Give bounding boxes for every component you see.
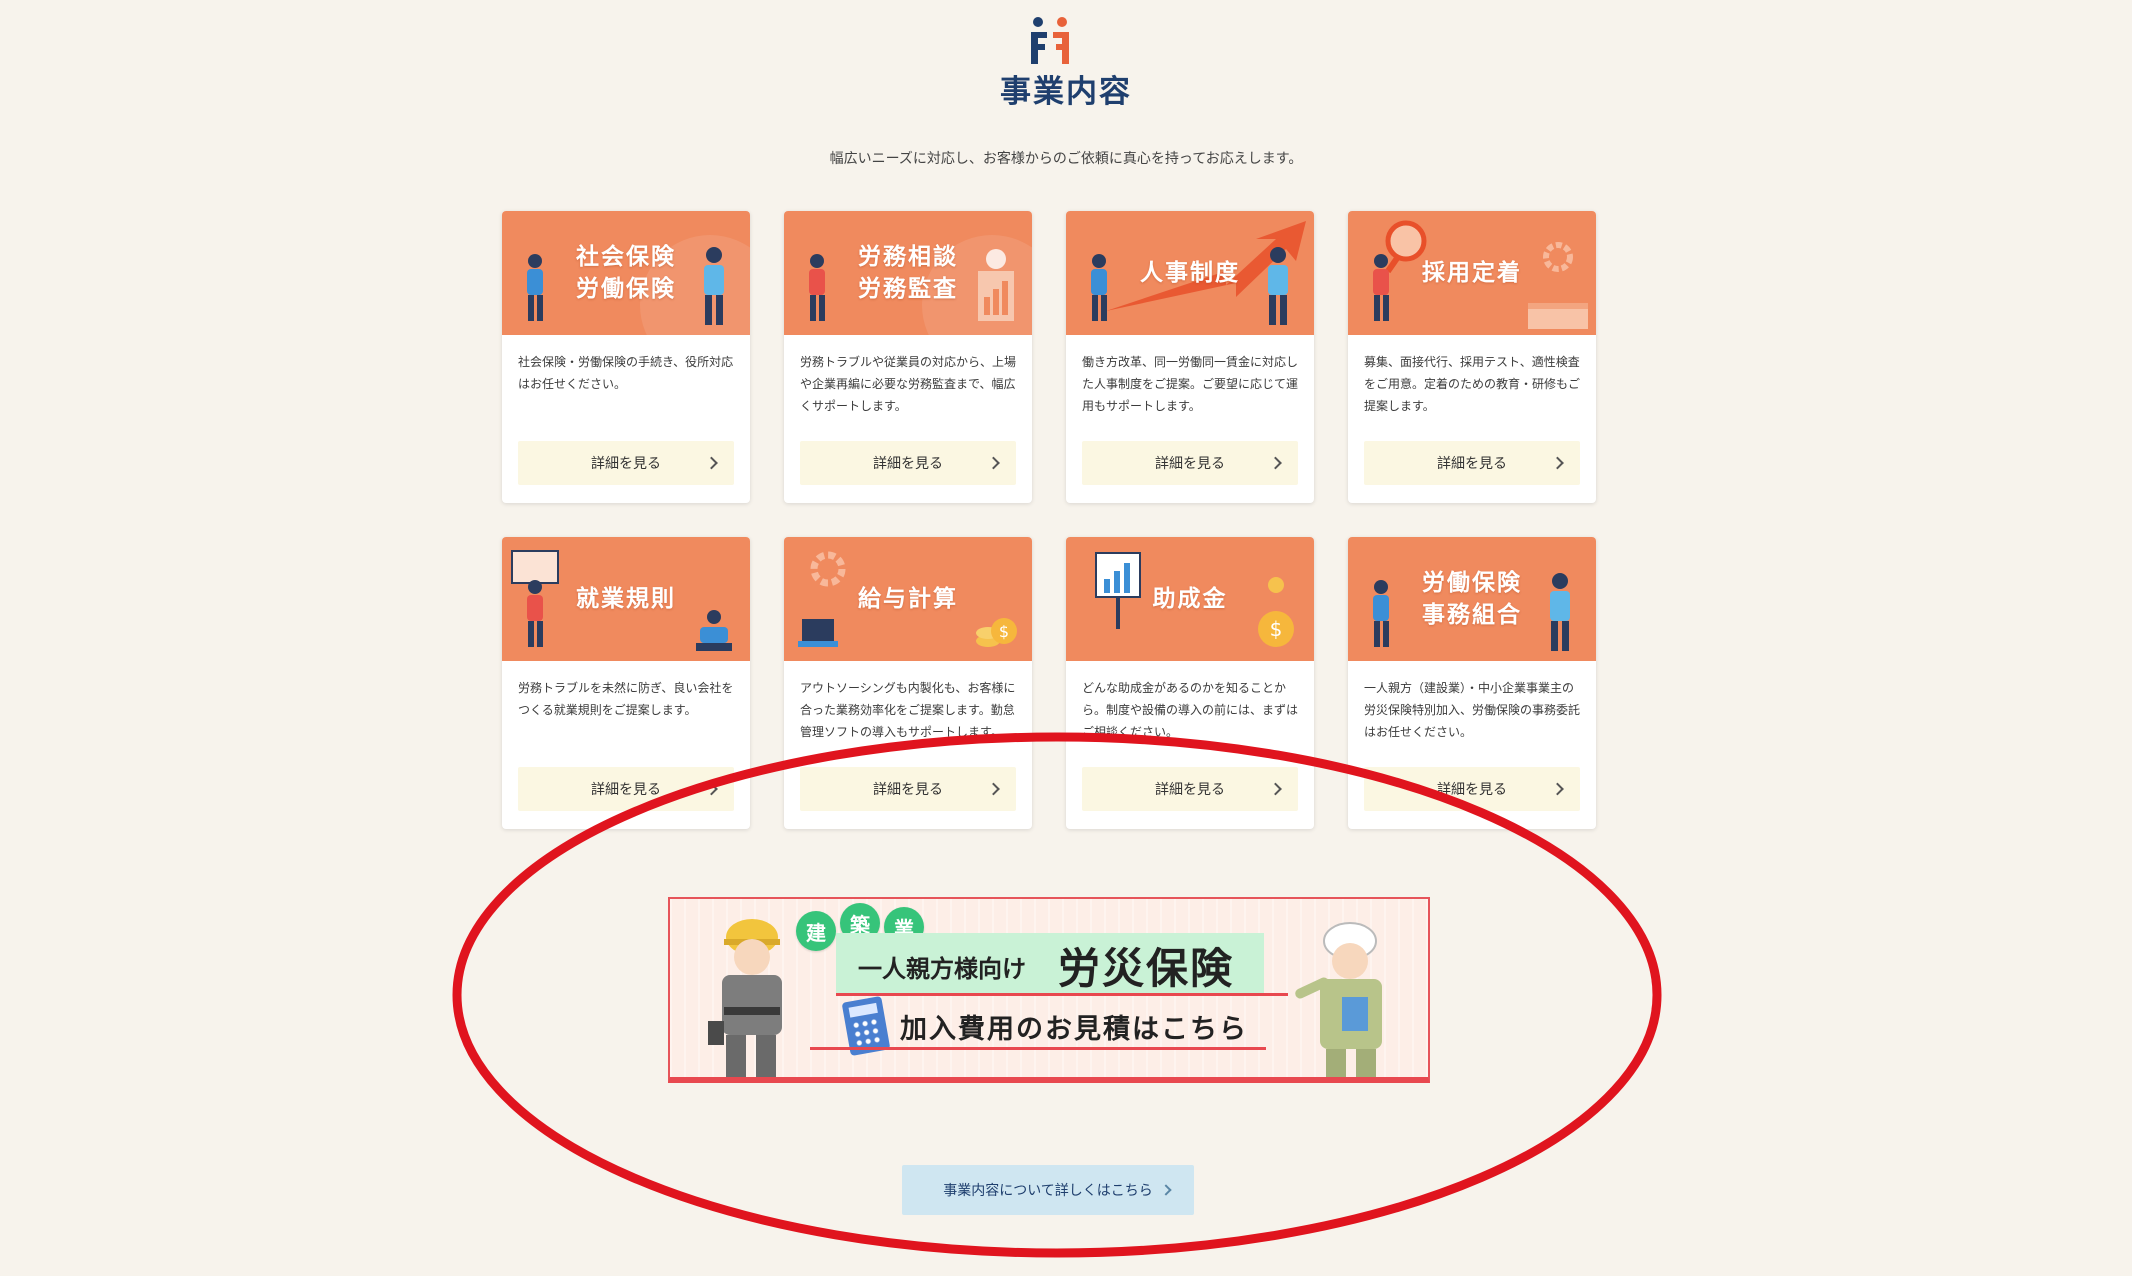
- card-title: 労務相談 労務監査: [858, 244, 958, 302]
- detail-button[interactable]: 詳細を見る: [1082, 441, 1298, 485]
- detail-button[interactable]: 詳細を見る: [1082, 767, 1298, 811]
- site-supervisor-icon: [1295, 922, 1382, 1077]
- chevron-right-icon: [987, 456, 1000, 470]
- card-hero: 就業規則: [502, 537, 750, 661]
- service-card: 人事制度 働き方改革、同一労働同一賃金に対応した人事制度をご提案。ご要望に応じて…: [1066, 211, 1314, 503]
- card-description: どんな助成金があるのかを知ることから。制度や設備の導入の前には、まずはご相談くだ…: [1082, 681, 1299, 739]
- chevron-right-icon: [705, 782, 718, 796]
- svg-text:$: $: [1270, 617, 1283, 641]
- person-illustration-icon: [809, 254, 825, 321]
- detail-button[interactable]: 詳細を見る: [1364, 767, 1580, 811]
- card-title: 採用定着: [1422, 260, 1522, 286]
- card-hero: 採用定着: [1348, 211, 1596, 335]
- service-card: 社会保険 労働保険 社会保険・労働保険の手続き、役所対応はお任せください。 詳細…: [502, 211, 750, 503]
- card-title: 給与計算: [858, 586, 958, 612]
- company-logo-icon: [1031, 17, 1069, 64]
- chevron-right-icon: [1160, 1184, 1172, 1196]
- card-title: 助成金: [1152, 586, 1228, 612]
- card-description: 労務トラブルや従業員の対応から、上場や企業再編に必要な労務監査まで、幅広くサポー…: [800, 355, 1017, 413]
- person-illustration-icon: [1373, 254, 1389, 321]
- card-description: 一人親方（建設業）・中小企業事業主の労災保険特別加入、労働保険の事務委託はお任せ…: [1364, 681, 1581, 739]
- banner-headline-small: 一人親方様向け: [858, 955, 1026, 983]
- chevron-right-icon: [1551, 456, 1564, 470]
- chevron-right-icon: [1269, 782, 1282, 796]
- card-title: 就業規則: [576, 586, 676, 612]
- card-description: 労務トラブルを未然に防ぎ、良い会社をつくる就業規則をご提案します。: [518, 681, 734, 717]
- detail-button[interactable]: 詳細を見る: [518, 441, 734, 485]
- banner-headline-big: 労災保険: [1058, 944, 1235, 993]
- chevron-right-icon: [1551, 782, 1564, 796]
- badge: 建: [796, 911, 836, 951]
- chevron-right-icon: [1269, 456, 1282, 470]
- card-description: 働き方改革、同一労働同一賃金に対応した人事制度をご提案。ご要望に応じて運用もサポ…: [1082, 355, 1299, 413]
- svg-text:$: $: [999, 622, 1009, 641]
- person-illustration-icon: [527, 254, 543, 321]
- detail-button[interactable]: 詳細を見る: [518, 767, 734, 811]
- card-hero: 社会保険 労働保険: [502, 211, 750, 335]
- card-title: 人事制度: [1140, 260, 1240, 286]
- services-detail-button[interactable]: 事業内容について詳しくはこちら: [902, 1165, 1194, 1215]
- service-card: 労働保険 事務組合 一人親方（建設業）・中小企業事業主の労災保険特別加入、労働保…: [1348, 537, 1596, 829]
- card-hero: $ 助成金: [1066, 537, 1314, 661]
- banner-subheadline: 加入費用のお見積はこちら: [900, 1014, 1248, 1045]
- card-hero: $ 給与計算: [784, 537, 1032, 661]
- detail-button[interactable]: 詳細を見る: [800, 767, 1016, 811]
- chevron-right-icon: [705, 456, 718, 470]
- person-illustration-icon: [1373, 580, 1389, 647]
- card-hero: 人事制度: [1066, 211, 1314, 335]
- card-description: アウトソーシングも内製化も、お客様に合った業務効率化をご提案します。勤怠管理ソフ…: [800, 681, 1016, 739]
- card-hero: 労働保険 事務組合: [1348, 537, 1596, 661]
- detail-button[interactable]: 詳細を見る: [1364, 441, 1580, 485]
- service-card: $ 給与計算 アウトソーシングも内製化も、お客様に合った業務効率化をご提案します…: [784, 537, 1032, 829]
- chevron-right-icon: [987, 782, 1000, 796]
- page: 事業内容 幅広いニーズに対応し、お客様からのご依頼に真心を持ってお応えします。 …: [0, 0, 2132, 1276]
- section-lead: 幅広いニーズに対応し、お客様からのご依頼に真心を持ってお応えします。: [829, 151, 1303, 167]
- person-illustration-icon: [527, 580, 543, 647]
- construction-worker-icon: [708, 919, 782, 1077]
- person-illustration-icon: [1091, 254, 1107, 321]
- service-card: $ 助成金 どんな助成金があるのかを知ることから。制度や設備の導入の前には、まず…: [1066, 537, 1314, 829]
- laptop-icon: [798, 619, 838, 647]
- card-description: 社会保険・労働保険の手続き、役所対応はお任せください。: [518, 355, 734, 391]
- rousai-insurance-estimate-banner[interactable]: 建 築 業 一人親方様向け 労災保険 加入費用のお見積はこちら: [668, 897, 1430, 1083]
- service-card: 採用定着 募集、面接代行、採用テスト、適性検査をご用意。定着のための教育・研修も…: [1348, 211, 1596, 503]
- card-hero: 労務相談 労務監査: [784, 211, 1032, 335]
- service-card: 就業規則 労務トラブルを未然に防ぎ、良い会社をつくる就業規則をご提案します。 詳…: [502, 537, 750, 829]
- card-title: 社会保険 労働保険: [576, 244, 676, 302]
- service-card: 労務相談 労務監査 労務トラブルや従業員の対応から、上場や企業再編に必要な労務監…: [784, 211, 1032, 503]
- card-title: 労働保険 事務組合: [1422, 570, 1522, 628]
- card-description: 募集、面接代行、採用テスト、適性検査をご用意。定着のための教育・研修もご提案しま…: [1364, 355, 1581, 413]
- section-title: 事業内容: [1000, 74, 1132, 110]
- detail-button[interactable]: 詳細を見る: [800, 441, 1016, 485]
